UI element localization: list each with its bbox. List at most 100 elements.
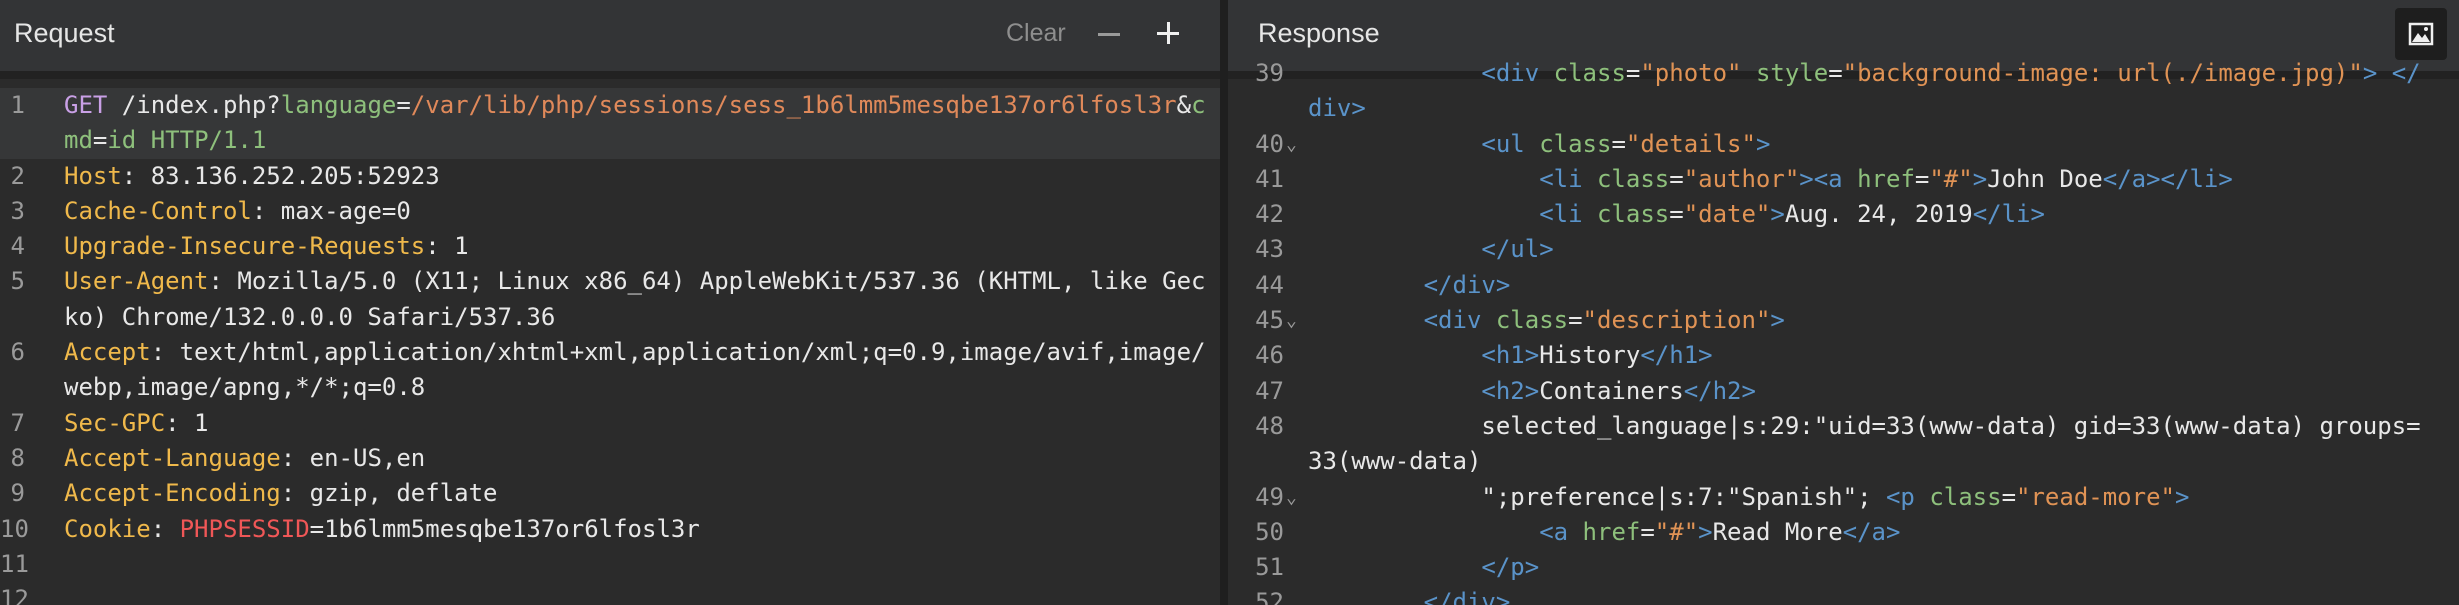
token: language (280, 91, 397, 119)
code-line: 51 </p> (1228, 550, 2459, 585)
token: class (1596, 164, 1670, 193)
line-number: 41 (1255, 164, 1284, 193)
token: > (1770, 200, 1785, 229)
line-text: ";preference|s:7:"Spanish"; <p class="re… (1308, 480, 2430, 515)
token: "author" (1683, 164, 1800, 193)
request-editor[interactable]: 1 GET /index.php?language=/var/lib/php/se… (0, 88, 1220, 605)
code-line: 44 </div> (1228, 268, 2459, 303)
token: Sec-GPC (64, 408, 166, 437)
code-line: 49 ⌄ ";preference|s:7:"Spanish"; <p class… (1228, 480, 2459, 515)
line-text: </p> (1308, 550, 2430, 585)
token: "photo" (1640, 59, 1742, 87)
token: class (1553, 59, 1626, 87)
clear-button[interactable]: Clear (1006, 19, 1066, 48)
image-view-button[interactable] (2395, 8, 2447, 60)
token: > (1799, 164, 1814, 193)
plus-icon[interactable] (1157, 20, 1181, 48)
code-line: 6 Accept: text/html,application/xhtml+xml… (0, 335, 1220, 406)
line-text: </div> (1308, 268, 2430, 303)
fold-chevron-icon[interactable]: ⌄ (1286, 480, 1304, 515)
line-text: Upgrade-Insecure-Requests: 1 (64, 229, 1214, 264)
fold-chevron-icon[interactable]: ⌄ (1286, 127, 1304, 162)
token: Cookie (64, 514, 151, 543)
token: /var/lib/php/sessions/sess_1b6lmm5mesqbe… (410, 91, 1177, 119)
token: = (1611, 129, 1626, 158)
line-text: </ul> (1308, 232, 2430, 267)
line-number: 4 (10, 232, 25, 261)
line-text: <div class="description"> (1308, 303, 2430, 338)
token: "details" (1625, 129, 1756, 158)
token: Host (64, 161, 122, 190)
token: = (1828, 59, 1843, 87)
code-line: 46 <h1>History</h1> (1228, 338, 2459, 373)
request-title: Request (14, 18, 115, 48)
token: John Doe (1987, 164, 2103, 193)
token: Upgrade-Insecure-Requests (64, 232, 426, 261)
response-title: Response (1258, 18, 1380, 48)
token: > (1698, 517, 1713, 546)
code-line: 52 </div> (1228, 585, 2459, 605)
pane-splitter[interactable] (1220, 0, 1228, 605)
token: GET (64, 91, 108, 119)
token: <p (1885, 482, 1930, 511)
token: </a> (2102, 164, 2161, 193)
token: </li> (1972, 200, 2045, 229)
token: > (1755, 129, 1771, 158)
token: & (1176, 91, 1192, 119)
line-text: Accept-Encoding: gzip, deflate (64, 476, 1214, 511)
line-text: Accept-Language: en-US,en (64, 441, 1214, 476)
token: <h1> (1481, 341, 1540, 370)
response-pane: Response 39 <div class="photo" style="ba… (1228, 0, 2459, 605)
token: <a (1813, 164, 1858, 193)
token: > (1770, 306, 1785, 335)
token: </h2> (1683, 376, 1756, 405)
line-number: 40 (1255, 129, 1284, 158)
code-line: 10 Cookie: PHPSESSID=1b6lmm5mesqbe137or6l… (0, 512, 1220, 547)
token: id (107, 126, 137, 155)
code-line: 47 <h2>Containers</h2> (1228, 374, 2459, 409)
image-icon (2408, 22, 2434, 46)
code-line: 45 ⌄ <div class="description"> (1228, 303, 2459, 338)
token: class (1539, 129, 1612, 158)
code-line: 5 User-Agent: Mozilla/5.0 (X11; Linux x86… (0, 264, 1220, 335)
token: > (2362, 59, 2378, 87)
line-text: <div class="photo" style="background-ima… (1308, 56, 2430, 127)
code-line: 1 GET /index.php?language=/var/lib/php/se… (0, 88, 1220, 159)
token: <li (1539, 164, 1597, 193)
token: <div (1481, 59, 1554, 87)
token: =1b6lmm5mesqbe137or6lfosl3r (309, 514, 700, 543)
fold-chevron-icon[interactable]: ⌄ (1286, 303, 1304, 338)
token: </div> (1423, 588, 1511, 605)
response-editor[interactable]: 39 <div class="photo" style="background-… (1228, 56, 2459, 605)
token: = (1625, 59, 1641, 87)
token: </p> (1481, 553, 1540, 582)
line-number: 52 (1255, 588, 1284, 605)
line-number: 42 (1255, 200, 1284, 229)
token: </li> (2160, 164, 2233, 193)
token: "#" (1654, 517, 1699, 546)
token: </ul> (1481, 235, 1554, 264)
line-text: <li class="date">Aug. 24, 2019</li> (1308, 197, 2430, 232)
line-number: 49 (1255, 482, 1284, 511)
code-line: 39 <div class="photo" style="background-… (1228, 56, 2459, 127)
code-line: 9 Accept-Encoding: gzip, deflate (0, 476, 1220, 511)
line-number: 6 (10, 338, 25, 367)
line-number: 45 (1255, 306, 1284, 335)
minus-icon[interactable] (1098, 33, 1120, 36)
line-number: 1 (10, 91, 25, 119)
code-line: 2 Host: 83.136.252.205:52923 (0, 159, 1220, 194)
line-text: GET /index.php?language=/var/lib/php/ses… (64, 88, 1214, 159)
token: class (1596, 200, 1670, 229)
line-text (64, 582, 1214, 605)
token: selected_language|s:29:"uid=33(www-data)… (1308, 411, 2421, 476)
token: /index.php? (107, 91, 281, 119)
token: : 83.136.252.205:52923 (121, 161, 440, 190)
token: > (1972, 164, 1988, 193)
code-line: 12 (0, 582, 1220, 605)
